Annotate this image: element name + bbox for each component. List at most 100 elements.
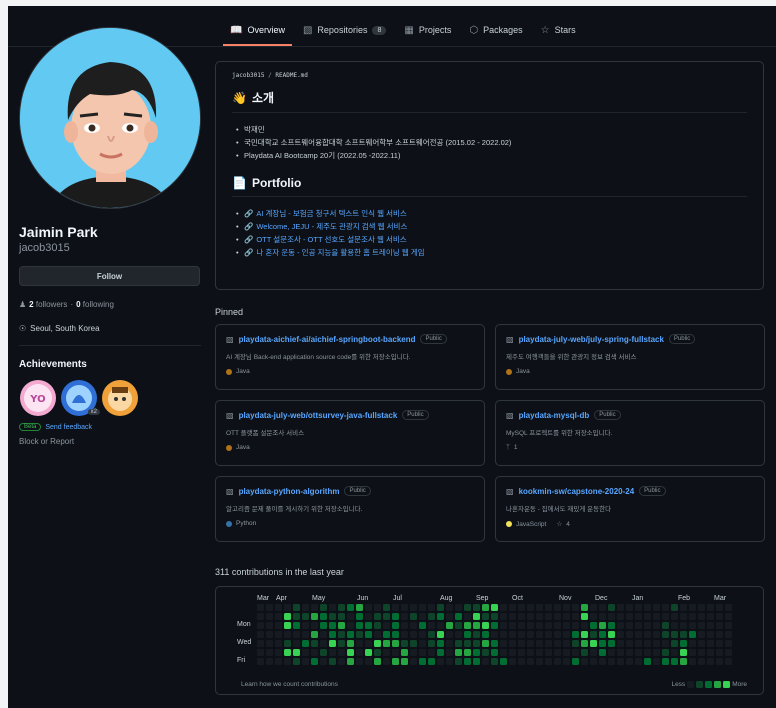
contribution-cell[interactable]	[662, 658, 669, 665]
contribution-cell[interactable]	[581, 622, 588, 629]
contribution-cell[interactable]	[671, 604, 678, 611]
contribution-cell[interactable]	[266, 622, 273, 629]
contribution-cell[interactable]	[464, 622, 471, 629]
contribution-cell[interactable]	[590, 613, 597, 620]
contribution-cell[interactable]	[725, 649, 732, 656]
fork-count[interactable]: 1	[514, 444, 518, 451]
portfolio-link[interactable]: 🔗Welcome, JEJU - 제주도 관광지 검색 웹 서비스	[232, 220, 747, 233]
contribution-cell[interactable]	[554, 622, 561, 629]
contribution-cell[interactable]	[644, 613, 651, 620]
contribution-cell[interactable]	[455, 649, 462, 656]
contribution-cell[interactable]	[491, 640, 498, 647]
contribution-cell[interactable]	[572, 631, 579, 638]
contribution-cell[interactable]	[617, 649, 624, 656]
contribution-cell[interactable]	[662, 622, 669, 629]
contribution-cell[interactable]	[545, 649, 552, 656]
contribution-cell[interactable]	[374, 640, 381, 647]
contribution-cell[interactable]	[455, 604, 462, 611]
contribution-cell[interactable]	[500, 604, 507, 611]
contribution-cell[interactable]	[509, 649, 516, 656]
contribution-cell[interactable]	[725, 640, 732, 647]
contribution-cell[interactable]	[338, 649, 345, 656]
contribution-cell[interactable]	[518, 649, 525, 656]
contribution-cell[interactable]	[257, 658, 264, 665]
contribution-cell[interactable]	[599, 649, 606, 656]
contribution-cell[interactable]	[455, 613, 462, 620]
contribution-cell[interactable]	[500, 631, 507, 638]
contribution-cell[interactable]	[383, 613, 390, 620]
contribution-cell[interactable]	[401, 649, 408, 656]
contribution-cell[interactable]	[428, 658, 435, 665]
contribution-cell[interactable]	[275, 613, 282, 620]
contribution-cell[interactable]	[293, 658, 300, 665]
contribution-cell[interactable]	[455, 631, 462, 638]
contribution-cell[interactable]	[410, 658, 417, 665]
contribution-cell[interactable]	[266, 640, 273, 647]
contribution-cell[interactable]	[581, 649, 588, 656]
contribution-cell[interactable]	[581, 640, 588, 647]
contribution-cell[interactable]	[572, 649, 579, 656]
contribution-cell[interactable]	[464, 658, 471, 665]
contribution-cell[interactable]	[347, 658, 354, 665]
contribution-cell[interactable]	[329, 649, 336, 656]
pull-shark-badge-icon[interactable]: x2	[60, 379, 100, 417]
contribution-cell[interactable]	[293, 631, 300, 638]
contribution-cell[interactable]	[536, 622, 543, 629]
contribution-cell[interactable]	[635, 649, 642, 656]
contribution-cell[interactable]	[608, 604, 615, 611]
contribution-cell[interactable]	[275, 622, 282, 629]
contribution-cell[interactable]	[716, 613, 723, 620]
contribution-cell[interactable]	[698, 640, 705, 647]
contribution-cell[interactable]	[257, 649, 264, 656]
readme-file-link[interactable]: README.md	[275, 72, 308, 79]
contribution-cell[interactable]	[635, 604, 642, 611]
contribution-cell[interactable]	[491, 622, 498, 629]
contribution-cell[interactable]	[554, 613, 561, 620]
contribution-cell[interactable]	[356, 622, 363, 629]
contribution-cell[interactable]	[356, 631, 363, 638]
contribution-cell[interactable]	[383, 622, 390, 629]
contribution-cell[interactable]	[554, 631, 561, 638]
contribution-cell[interactable]	[302, 640, 309, 647]
contribution-cell[interactable]	[707, 640, 714, 647]
contribution-cell[interactable]	[419, 631, 426, 638]
followers-link[interactable]: 2 followers	[29, 300, 67, 309]
learn-contributions-link[interactable]: Learn how we count contributions	[241, 681, 338, 688]
contribution-cell[interactable]	[446, 631, 453, 638]
contribution-cell[interactable]	[347, 613, 354, 620]
contribution-cell[interactable]	[446, 658, 453, 665]
tab-repositories[interactable]: ▧ Repositories 8	[296, 16, 393, 46]
contribution-cell[interactable]	[572, 658, 579, 665]
contribution-cell[interactable]	[725, 622, 732, 629]
contribution-cell[interactable]	[311, 640, 318, 647]
contribution-cell[interactable]	[482, 640, 489, 647]
portfolio-link[interactable]: 🔗AI 계장님 - 보험금 청구서 텍스트 인식 웹 서비스	[232, 207, 747, 220]
contribution-cell[interactable]	[518, 622, 525, 629]
contribution-cell[interactable]	[689, 613, 696, 620]
contribution-cell[interactable]	[527, 640, 534, 647]
contribution-cell[interactable]	[599, 658, 606, 665]
contribution-cell[interactable]	[464, 604, 471, 611]
contribution-cell[interactable]	[590, 604, 597, 611]
repo-link[interactable]: playdata-python-algorithm	[239, 487, 340, 496]
contribution-cell[interactable]	[707, 604, 714, 611]
contribution-cell[interactable]	[428, 640, 435, 647]
contribution-cell[interactable]	[527, 622, 534, 629]
contribution-cell[interactable]	[590, 658, 597, 665]
contribution-cell[interactable]	[419, 613, 426, 620]
contribution-cell[interactable]	[590, 649, 597, 656]
contribution-cell[interactable]	[365, 604, 372, 611]
contribution-cell[interactable]	[671, 631, 678, 638]
contribution-cell[interactable]	[437, 613, 444, 620]
contribution-cell[interactable]	[698, 631, 705, 638]
contribution-cell[interactable]	[401, 622, 408, 629]
contribution-cell[interactable]	[293, 604, 300, 611]
contribution-cell[interactable]	[284, 640, 291, 647]
contribution-cell[interactable]	[680, 604, 687, 611]
contribution-cell[interactable]	[716, 622, 723, 629]
contribution-cell[interactable]	[626, 649, 633, 656]
contribution-cell[interactable]	[347, 640, 354, 647]
contribution-cell[interactable]	[680, 640, 687, 647]
contribution-cell[interactable]	[356, 649, 363, 656]
contribution-cell[interactable]	[329, 631, 336, 638]
